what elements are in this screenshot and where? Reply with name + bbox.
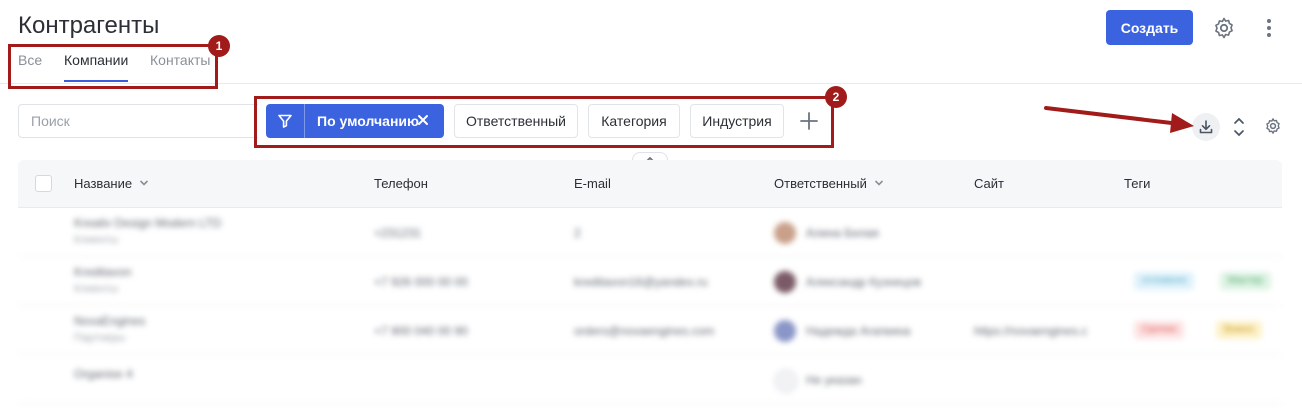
responsible-name[interactable]: Надежда Агапкина [806, 324, 910, 338]
company-phone[interactable]: +231231 [374, 226, 421, 240]
column-header-phone[interactable]: Телефон [374, 176, 428, 191]
responsible-name[interactable]: Алина Белая [806, 226, 879, 240]
table-header: Название Телефон E-mail Ответственный Са… [18, 160, 1282, 208]
column-header-site[interactable]: Сайт [974, 176, 1004, 191]
annotation-arrow [1044, 106, 1194, 133]
tag[interactable]: Важно [1216, 321, 1263, 339]
table-row[interactable]: Kreativ Design Modern LTD Клиенты +23123… [18, 208, 1282, 257]
column-header-name[interactable]: Название [74, 176, 132, 191]
avatar [774, 222, 796, 244]
table-row[interactable]: Organise 4 Не указан [18, 355, 1282, 404]
avatar [774, 271, 796, 293]
company-email[interactable]: 2 [574, 226, 581, 240]
annotation-box-tabs [8, 44, 218, 89]
company-category: Партнеры [74, 332, 126, 344]
select-all-checkbox[interactable] [35, 175, 52, 192]
company-category: Клиенты [74, 234, 119, 246]
page-title: Контрагенты [18, 12, 160, 39]
company-category: Клиенты [74, 283, 119, 295]
company-name[interactable]: Organise 4 [74, 367, 133, 381]
search-input[interactable] [18, 104, 258, 138]
company-name[interactable]: NovaEngines [74, 314, 145, 328]
table-row[interactable]: Kreditavon Клиенты +7 926 000 00 00 kred… [18, 257, 1282, 306]
column-header-email[interactable]: E-mail [574, 176, 611, 191]
tag[interactable]: отложено [1134, 272, 1195, 290]
company-name[interactable]: Kreditavon [74, 265, 131, 279]
company-name[interactable]: Kreativ Design Modern LTD [74, 216, 221, 230]
company-site[interactable]: https://novaengines.c [974, 324, 1087, 338]
tag[interactable]: Срочно [1134, 321, 1185, 339]
gear-icon[interactable] [1212, 16, 1236, 40]
table-body: Kreativ Design Modern LTD Клиенты +23123… [18, 208, 1282, 408]
create-button[interactable]: Создать [1106, 10, 1193, 45]
companies-table: Название Телефон E-mail Ответственный Са… [18, 160, 1282, 404]
download-icon [1199, 120, 1213, 134]
column-header-responsible[interactable]: Ответственный [774, 176, 867, 191]
responsible-name[interactable]: Александр Кузнецов [806, 275, 921, 289]
annotation-box-filters [254, 96, 834, 148]
chevron-down-icon[interactable] [874, 179, 884, 187]
company-email[interactable]: kreditavon16@yandex.ru [574, 275, 708, 289]
company-email[interactable]: orders@novaengines.com [574, 324, 714, 338]
table-settings-gear-icon[interactable] [1264, 117, 1282, 135]
annotation-badge-2: 2 [825, 86, 847, 108]
chevron-down-icon[interactable] [139, 179, 149, 187]
company-phone[interactable]: +7 900 040 00 90 [374, 324, 468, 338]
avatar [774, 369, 798, 393]
annotation-badge-1: 1 [208, 35, 230, 57]
company-phone[interactable]: +7 926 000 00 00 [374, 275, 468, 289]
responsible-name[interactable]: Не указан [806, 373, 862, 387]
column-header-tags[interactable]: Теги [1124, 176, 1150, 191]
more-vertical-icon[interactable] [1260, 16, 1278, 40]
table-row[interactable]: NovaEngines Партнеры +7 900 040 00 90 or… [18, 306, 1282, 355]
chevrons-icon[interactable] [1230, 116, 1248, 138]
avatar [774, 320, 796, 342]
tag[interactable]: Мастер [1220, 272, 1271, 290]
